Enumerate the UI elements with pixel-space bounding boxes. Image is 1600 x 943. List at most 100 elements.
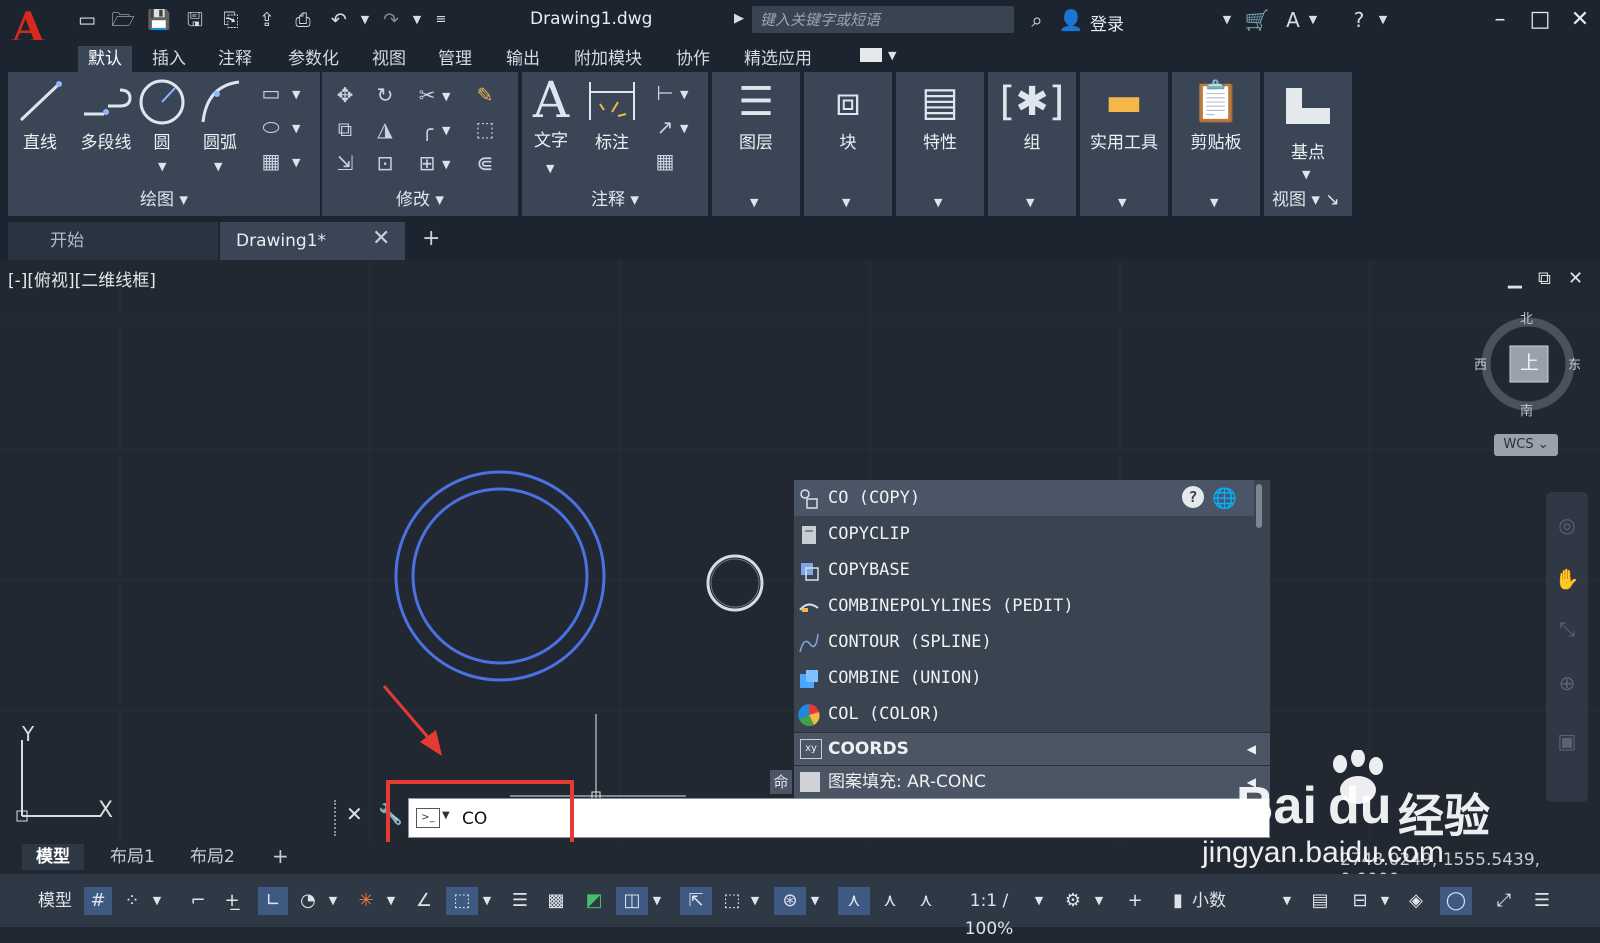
command-input[interactable] bbox=[460, 804, 1244, 834]
hardware-acceleration-icon[interactable]: ◯ bbox=[1440, 887, 1472, 915]
workspace-dropdown-icon[interactable]: ▼ bbox=[1092, 887, 1106, 915]
command-close-icon[interactable]: ✕ bbox=[346, 802, 363, 826]
viewport-controls-label[interactable]: [-][俯视][二维线框] bbox=[8, 266, 156, 291]
3d-osnap-dropdown-icon[interactable]: ▼ bbox=[650, 887, 664, 915]
clipboard-dropdown-icon[interactable]: ▼ bbox=[1210, 196, 1218, 209]
zoom-icon[interactable]: ⤡ bbox=[1554, 616, 1580, 642]
viewcube-top-face[interactable]: 上 bbox=[1520, 348, 1539, 375]
ellipse-icon[interactable]: ⬭ bbox=[258, 114, 284, 140]
ac-item-combinepolylines[interactable]: COMBINEPOLYLINES (PEDIT) bbox=[794, 588, 1254, 624]
osnap-dropdown-icon[interactable]: ▼ bbox=[480, 887, 494, 915]
table-icon[interactable]: ▦ bbox=[652, 148, 678, 174]
snap-icon[interactable]: ⁘ bbox=[118, 887, 146, 915]
annotation-panel-title[interactable]: 注释 ▾ bbox=[522, 185, 708, 210]
grid-icon[interactable]: # bbox=[84, 887, 112, 915]
ac-item-copy[interactable]: CO (COPY) ? 🌐 bbox=[794, 480, 1254, 516]
ribbon-state-icon[interactable] bbox=[860, 48, 882, 62]
ellipse-dropdown-icon[interactable]: ▼ bbox=[292, 122, 300, 135]
wcs-menu[interactable]: WCS ⌄ bbox=[1494, 434, 1558, 456]
selection-cycling-icon[interactable]: ◩ bbox=[580, 887, 608, 915]
a360-icon[interactable]: A bbox=[1280, 8, 1306, 32]
fillet-icon[interactable]: ╭ bbox=[414, 116, 440, 142]
group-dropdown-icon[interactable]: ▼ bbox=[1026, 196, 1034, 209]
tab-model[interactable]: 模型 bbox=[22, 844, 84, 870]
tab-insert[interactable]: 插入 bbox=[142, 46, 196, 72]
properties-panel[interactable]: ▤ 特性 ▼ bbox=[896, 72, 984, 216]
move-icon[interactable]: ✥ bbox=[332, 82, 358, 108]
login-dropdown-icon[interactable]: ▼ bbox=[1220, 8, 1234, 32]
modify-panel-title[interactable]: 修改 ▾ bbox=[322, 185, 518, 210]
circle-dropdown-icon[interactable]: ▼ bbox=[158, 160, 166, 173]
gizmo-icon[interactable]: ⊛ bbox=[774, 887, 806, 915]
viewport-restore-icon[interactable]: ⧉ bbox=[1538, 268, 1551, 289]
lineweight-icon[interactable]: ☰ bbox=[506, 887, 534, 915]
scale-icon[interactable]: ⊡ bbox=[372, 150, 398, 176]
infer-constraints-icon[interactable]: ⌐ bbox=[184, 887, 212, 915]
hatch-dropdown-icon[interactable]: ▼ bbox=[292, 156, 300, 169]
customize-status-icon[interactable]: ☰ bbox=[1528, 887, 1556, 915]
annotation-visibility-icon[interactable]: ⋏ bbox=[838, 887, 870, 915]
group-tool[interactable]: [✱] 组 bbox=[988, 76, 1076, 153]
layers-tool[interactable]: ☰ 图层 bbox=[712, 76, 800, 153]
arc-tool[interactable]: 圆弧 bbox=[192, 76, 248, 153]
viewcube-north[interactable]: 北 bbox=[1520, 308, 1533, 327]
properties-dropdown-icon[interactable]: ▼ bbox=[934, 196, 942, 209]
command-line-grip[interactable] bbox=[334, 800, 338, 836]
add-layout-icon[interactable]: + bbox=[272, 844, 289, 868]
maximize-icon[interactable]: □ bbox=[1522, 4, 1558, 36]
properties-tool[interactable]: ▤ 特性 bbox=[896, 76, 984, 153]
tab-layout2[interactable]: 布局2 bbox=[176, 844, 249, 870]
leader-dropdown-icon[interactable]: ▼ bbox=[680, 122, 688, 135]
model-space-button[interactable]: 模型 bbox=[32, 887, 78, 915]
web-search-icon[interactable]: 🌐 bbox=[1212, 480, 1237, 516]
snap-dropdown-icon[interactable]: ▼ bbox=[150, 887, 164, 915]
selection-filter-icon[interactable]: ⬚ bbox=[718, 887, 746, 915]
ribbon-state-dropdown-icon[interactable]: ▼ bbox=[888, 49, 896, 62]
array-icon[interactable]: ⊞ bbox=[414, 150, 440, 176]
annotation-monitor-icon[interactable]: + bbox=[1120, 887, 1150, 915]
group-panel[interactable]: [✱] 组 ▼ bbox=[988, 72, 1076, 216]
scale-dropdown-icon[interactable]: ▼ bbox=[1032, 887, 1046, 915]
isodraft-dropdown-icon[interactable]: ▼ bbox=[384, 887, 398, 915]
lock-ui-dropdown-icon[interactable]: ▼ bbox=[1378, 887, 1392, 915]
tab-annotate[interactable]: 注释 bbox=[208, 46, 262, 72]
viewport-minimize-icon[interactable]: ▁ bbox=[1508, 268, 1522, 289]
polyline-tool[interactable]: 多段线 bbox=[70, 76, 142, 153]
user-icon[interactable]: 👤 bbox=[1058, 8, 1084, 32]
tab-default[interactable]: 默认 bbox=[78, 46, 132, 72]
gizmo-dropdown-icon[interactable]: ▼ bbox=[808, 887, 822, 915]
circle-tool[interactable]: 圆 bbox=[134, 76, 190, 153]
minimize-icon[interactable]: – bbox=[1482, 4, 1518, 36]
search-box[interactable] bbox=[752, 6, 1018, 33]
copy-icon[interactable]: ⧉ bbox=[332, 116, 358, 142]
text-dropdown-icon[interactable]: ▼ bbox=[546, 162, 554, 175]
trim-dropdown-icon[interactable]: ▼ bbox=[442, 90, 450, 103]
leader-icon[interactable]: ↗ bbox=[652, 114, 678, 140]
linear-dim-dropdown-icon[interactable]: ▼ bbox=[680, 88, 688, 101]
tab-featured-apps[interactable]: 精选应用 bbox=[734, 46, 822, 72]
draw-panel-title[interactable]: 绘图 ▾ bbox=[8, 185, 320, 210]
publish-icon[interactable]: ⇪ bbox=[254, 8, 280, 32]
save-as-icon[interactable]: 🖫 bbox=[182, 8, 208, 32]
erase-icon[interactable]: ✎ bbox=[472, 82, 498, 108]
tab-parametric[interactable]: 参数化 bbox=[278, 46, 349, 72]
object-snap-tracking-icon[interactable]: ∠ bbox=[410, 887, 438, 915]
search-icon[interactable]: ⌕ bbox=[1024, 8, 1050, 32]
viewcube-east[interactable]: 东 bbox=[1568, 354, 1581, 373]
steeringwheel-icon[interactable]: ◎ bbox=[1554, 512, 1580, 538]
undo-icon[interactable]: ↶ bbox=[326, 8, 352, 32]
viewcube-west[interactable]: 西 bbox=[1474, 354, 1487, 373]
ac-item-color[interactable]: COL (COLOR) bbox=[794, 696, 1254, 732]
viewport-close-icon[interactable]: ✕ bbox=[1568, 268, 1583, 289]
ac-item-copyclip[interactable]: COPYCLIP bbox=[794, 516, 1254, 552]
tab-view[interactable]: 视图 bbox=[362, 46, 416, 72]
ac-submenu-coords[interactable]: xy COORDS ◀ bbox=[794, 732, 1270, 765]
tab-close-icon[interactable]: ✕ bbox=[372, 226, 390, 251]
redo-icon[interactable]: ↷ bbox=[378, 8, 404, 32]
clipboard-panel[interactable]: 📋 剪贴板 ▼ bbox=[1172, 72, 1260, 216]
save-icon[interactable]: 💾 bbox=[146, 8, 172, 32]
clipboard-tool[interactable]: 📋 剪贴板 bbox=[1172, 76, 1260, 153]
offset-icon[interactable]: ⋐ bbox=[472, 150, 498, 176]
dynamic-ucs-icon[interactable]: ⇱ bbox=[680, 887, 712, 915]
tab-output[interactable]: 输出 bbox=[496, 46, 550, 72]
